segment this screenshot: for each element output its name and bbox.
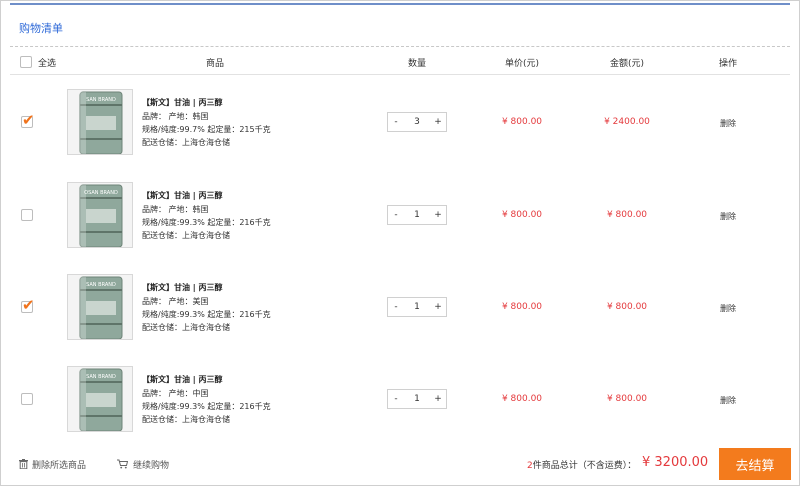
cart-row: OSAN BRAND 【斯文】甘油 | 丙三醇 品牌： 产地：韩国 规格/纯度:…	[0, 170, 800, 262]
unit-price: ¥ 800.00	[501, 302, 543, 312]
header-unit-price: 单价(元)	[504, 59, 540, 69]
product-brand-origin: 品牌： 产地：美国	[142, 297, 209, 306]
header-amount: 金额(元)	[609, 59, 645, 69]
delete-link[interactable]: 删除	[713, 303, 743, 314]
product-spec: 规格/纯度:99.3% 起定量：216千克	[142, 402, 271, 411]
cart-row: ✔ SAN BRAND 【斯文】甘油 | 丙三醇 品牌： 产地：美国 规格/纯度…	[0, 262, 800, 354]
product-warehouse: 配送仓储：上海仓海仓储	[142, 138, 230, 147]
product-image[interactable]: SAN BRAND	[67, 366, 133, 432]
cart-row: ✔ SAN BRAND 【斯文】甘油 | 丙三醇 品牌： 产地：韩国 规格/纯度…	[0, 77, 800, 169]
product-name[interactable]: 【斯文】甘油 | 丙三醇	[142, 374, 223, 385]
select-all-checkbox[interactable]	[20, 56, 32, 68]
decrease-button[interactable]: -	[388, 117, 404, 127]
checkmark-icon: ✔	[22, 296, 35, 314]
product-image[interactable]: OSAN BRAND	[67, 182, 133, 248]
quantity-stepper: - 1 +	[387, 297, 447, 317]
svg-text:SAN BRAND: SAN BRAND	[86, 282, 116, 288]
quantity-value[interactable]: 1	[404, 302, 430, 312]
title-divider	[10, 46, 790, 47]
cart-row: SAN BRAND 【斯文】甘油 | 丙三醇 品牌： 产地：中国 规格/纯度:9…	[0, 354, 800, 446]
unit-price: ¥ 800.00	[501, 210, 543, 220]
checkout-button[interactable]: 去结算	[719, 448, 791, 480]
delete-selected-label: 删除所选商品	[32, 461, 87, 471]
product-name[interactable]: 【斯文】甘油 | 丙三醇	[142, 190, 223, 201]
continue-shopping-button[interactable]: 继续购物	[117, 458, 169, 471]
quantity-value[interactable]: 1	[404, 394, 430, 404]
increase-button[interactable]: +	[430, 302, 446, 312]
product-warehouse: 配送仓储：上海仓海仓储	[142, 323, 230, 332]
product-warehouse: 配送仓储：上海仓海仓储	[142, 231, 230, 240]
increase-button[interactable]: +	[430, 117, 446, 127]
top-accent-line	[10, 3, 790, 5]
row-amount: ¥ 800.00	[606, 210, 648, 220]
product-brand-origin: 品牌： 产地：韩国	[142, 112, 209, 121]
product-image[interactable]: SAN BRAND	[67, 89, 133, 155]
row-amount: ¥ 2400.00	[604, 117, 650, 127]
order-summary: 2件商品总计（不含运费）：	[527, 458, 636, 471]
cart-icon	[117, 459, 129, 469]
total-price: ¥ 3200.00	[642, 455, 709, 470]
svg-text:SAN BRAND: SAN BRAND	[86, 374, 116, 380]
increase-button[interactable]: +	[430, 394, 446, 404]
row-checkbox[interactable]: ✔	[21, 296, 35, 314]
increase-button[interactable]: +	[430, 210, 446, 220]
delete-selected-button[interactable]: 删除所选商品	[19, 458, 86, 471]
row-amount: ¥ 800.00	[606, 394, 648, 404]
quantity-stepper: - 3 +	[387, 112, 447, 132]
header-product: 商品	[205, 59, 224, 69]
product-image[interactable]: SAN BRAND	[67, 274, 133, 340]
page-title: 购物清单	[19, 22, 63, 35]
row-checkbox[interactable]	[21, 393, 33, 405]
header-quantity: 数量	[407, 59, 426, 69]
svg-text:OSAN BRAND: OSAN BRAND	[84, 190, 118, 196]
select-all-label: 全选	[38, 59, 57, 69]
delete-link[interactable]: 删除	[713, 118, 743, 129]
product-name[interactable]: 【斯文】甘油 | 丙三醇	[142, 282, 223, 293]
quantity-stepper: - 1 +	[387, 205, 447, 225]
decrease-button[interactable]: -	[388, 210, 404, 220]
unit-price: ¥ 800.00	[501, 117, 543, 127]
product-spec: 规格/纯度:99.3% 起定量：216千克	[142, 310, 271, 319]
quantity-value[interactable]: 3	[404, 117, 430, 127]
row-checkbox[interactable]	[21, 209, 33, 221]
row-amount: ¥ 800.00	[606, 302, 648, 312]
product-brand-origin: 品牌： 产地：韩国	[142, 205, 209, 214]
decrease-button[interactable]: -	[388, 394, 404, 404]
product-warehouse: 配送仓储：上海仓海仓储	[142, 415, 230, 424]
checkmark-icon: ✔	[22, 111, 35, 129]
trash-icon	[19, 459, 28, 470]
unit-price: ¥ 800.00	[501, 394, 543, 404]
summary-text: 件商品总计（不含运费）：	[532, 461, 637, 471]
cart-footer: 删除所选商品 继续购物 2件商品总计（不含运费）： ¥ 3200.00 去结算	[0, 446, 800, 484]
svg-text:SAN BRAND: SAN BRAND	[86, 97, 116, 103]
decrease-button[interactable]: -	[388, 302, 404, 312]
header-action: 操作	[718, 59, 737, 69]
delete-link[interactable]: 删除	[713, 395, 743, 406]
product-brand-origin: 品牌： 产地：中国	[142, 389, 209, 398]
header-divider	[10, 74, 790, 75]
row-checkbox[interactable]: ✔	[21, 111, 35, 129]
quantity-stepper: - 1 +	[387, 389, 447, 409]
product-spec: 规格/纯度:99.3% 起定量：216千克	[142, 218, 271, 227]
continue-shopping-label: 继续购物	[133, 461, 170, 471]
product-name[interactable]: 【斯文】甘油 | 丙三醇	[142, 97, 223, 108]
delete-link[interactable]: 删除	[713, 211, 743, 222]
product-spec: 规格/纯度:99.7% 起定量：215千克	[142, 125, 271, 134]
quantity-value[interactable]: 1	[404, 210, 430, 220]
